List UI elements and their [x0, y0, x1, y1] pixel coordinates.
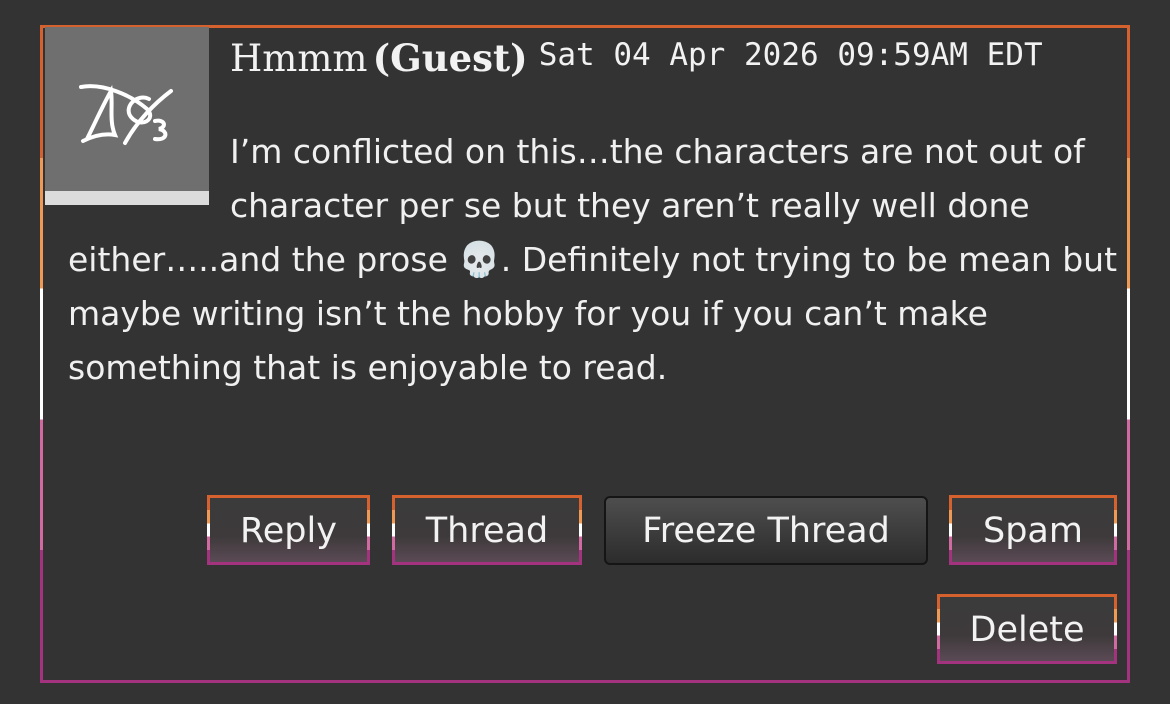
author-name[interactable]: Hmmm	[230, 37, 368, 80]
freeze-thread-button[interactable]: Freeze Thread	[604, 496, 928, 565]
comment-timestamp: Sat 04 Apr 2026 09:59AM EDT	[538, 37, 1043, 73]
comment-byline: Hmmm (Guest) Sat 04 Apr 2026 09:59AM EDT	[230, 36, 1120, 86]
reply-button[interactable]: Reply	[207, 495, 370, 565]
skull-emoji: 💀	[458, 240, 501, 280]
avatar-spacer	[68, 125, 230, 229]
delete-button[interactable]: Delete	[937, 594, 1117, 664]
spam-button[interactable]: Spam	[949, 495, 1117, 565]
guest-label: (Guest)	[372, 36, 528, 80]
thread-button[interactable]: Thread	[392, 495, 582, 565]
comment-body: I’m conflicted on this…the characters ar…	[68, 125, 1118, 395]
